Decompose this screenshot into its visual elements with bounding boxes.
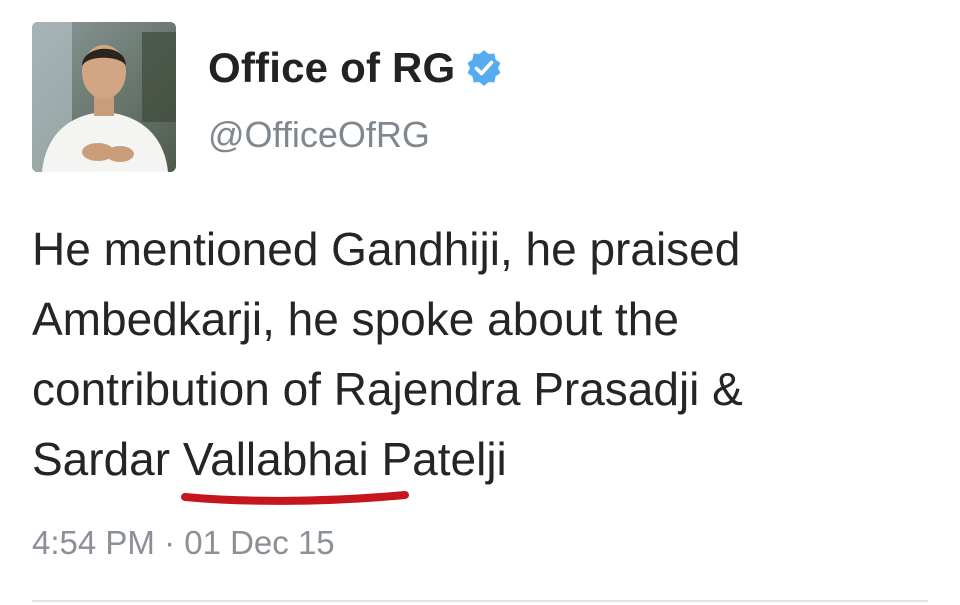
tweet-text-prefix: Sardar (32, 433, 183, 485)
red-underline-annotation (180, 491, 409, 505)
tweet-line: contribution of Rajendra Prasadji & (32, 363, 743, 415)
divider (32, 600, 928, 602)
verified-badge-icon (465, 49, 503, 87)
name-row: Office of RG (208, 40, 503, 96)
tweet-header: Office of RG @OfficeOfRG (208, 40, 503, 156)
highlighted-word-text: Vallabhai (182, 433, 369, 485)
tweet-text-suffix: Patelji (368, 433, 507, 485)
avatar-photo (32, 22, 176, 172)
tweet-timestamp[interactable]: 4:54 PM · 01 Dec 15 (32, 524, 335, 562)
user-handle[interactable]: @OfficeOfRG (208, 114, 503, 156)
avatar[interactable] (32, 22, 176, 172)
tweet-card: Office of RG @OfficeOfRG He mentioned Ga… (0, 0, 960, 605)
highlighted-word: Vallabhai (180, 424, 409, 505)
display-name[interactable]: Office of RG (208, 44, 455, 92)
tweet-text: He mentioned Gandhiji, he praised Ambedk… (32, 214, 932, 505)
tweet-line: He mentioned Gandhiji, he praised (32, 223, 741, 275)
tweet-line: Ambedkarji, he spoke about the (32, 293, 679, 345)
tweet-line-last: Sardar Vallabhai Patelji (32, 424, 932, 505)
